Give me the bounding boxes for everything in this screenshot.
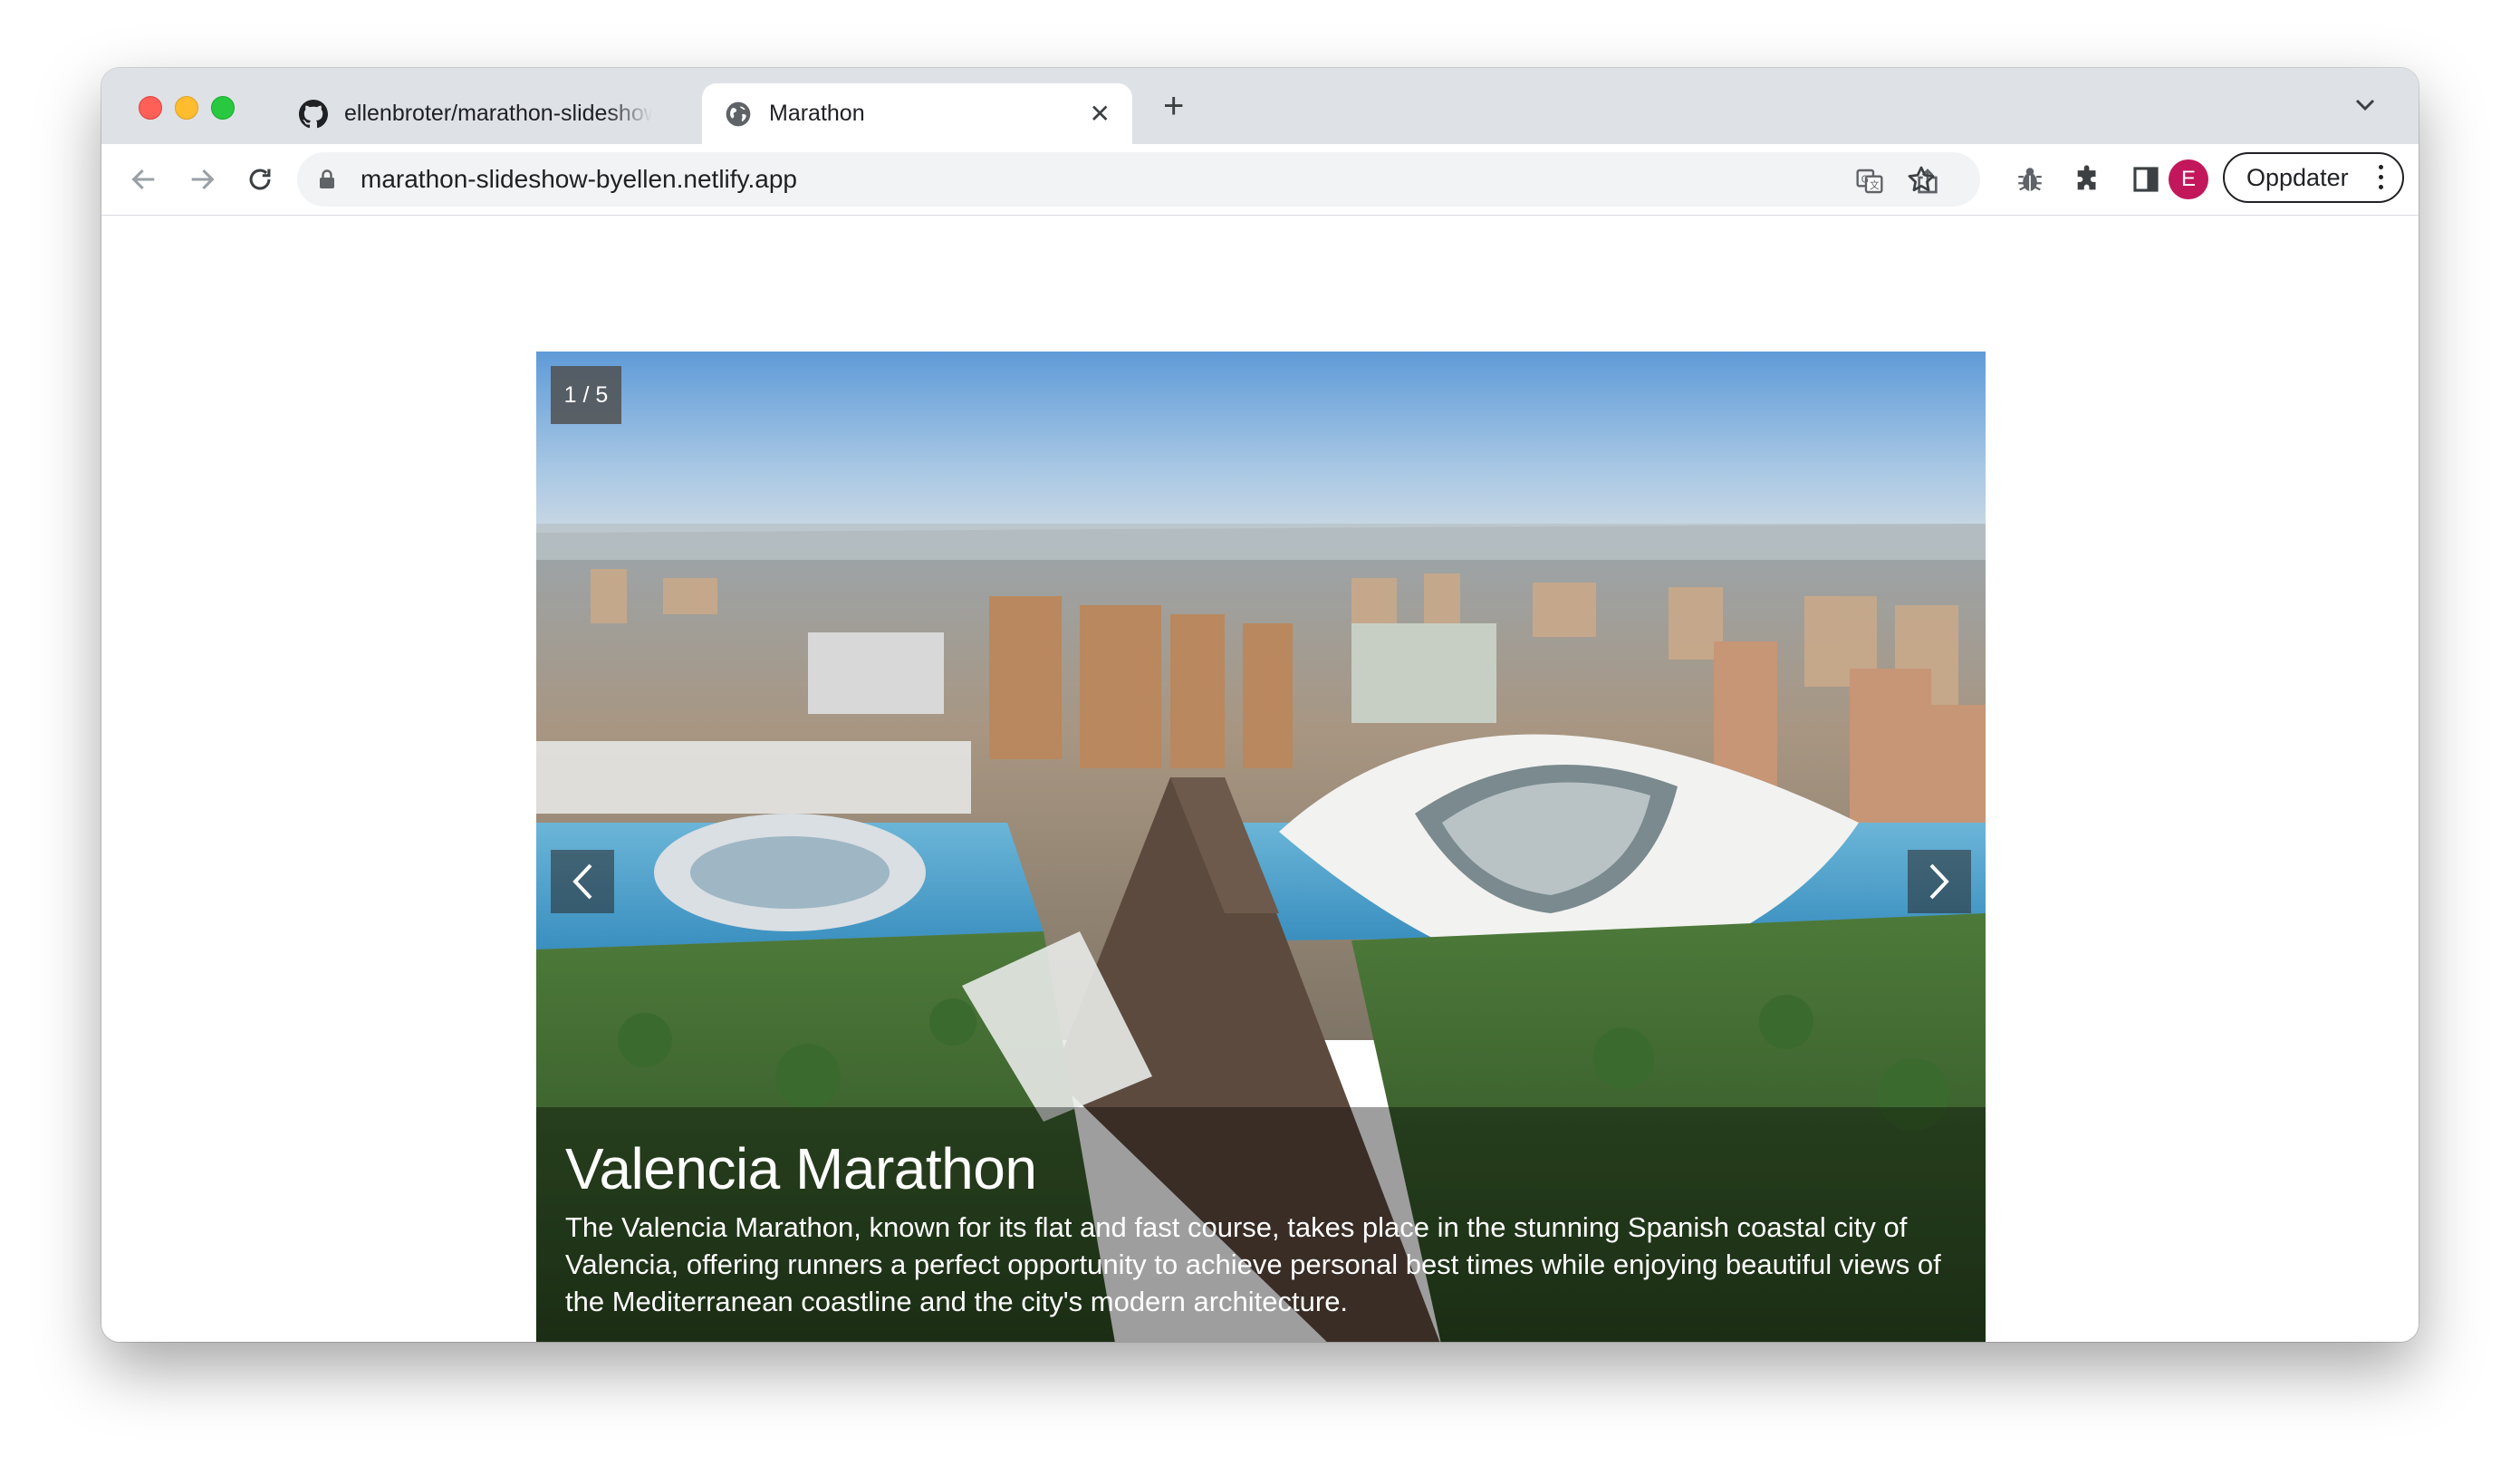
window-minimize-button[interactable] bbox=[175, 96, 198, 120]
tab-strip: ellenbroter/marathon-slideshow ✕ Maratho… bbox=[101, 68, 2419, 144]
kebab-menu-icon[interactable] bbox=[2379, 165, 2384, 190]
puzzle-extensions-icon[interactable] bbox=[2073, 164, 2103, 195]
side-panel-icon[interactable] bbox=[2130, 164, 2161, 195]
browser-window: ellenbroter/marathon-slideshow ✕ Maratho… bbox=[101, 68, 2419, 1342]
lock-icon[interactable] bbox=[319, 169, 335, 189]
bug-extension-icon[interactable] bbox=[2015, 164, 2045, 195]
close-icon[interactable]: ✕ bbox=[1090, 101, 1111, 127]
update-button-label: Oppdater bbox=[2246, 163, 2349, 191]
slide-caption: Valencia Marathon The Valencia Marathon,… bbox=[536, 1107, 1986, 1342]
new-tab-button[interactable]: + bbox=[1163, 88, 1184, 124]
back-arrow-icon[interactable] bbox=[129, 164, 159, 195]
url-text[interactable]: marathon-slideshow-byellen.netlify.app bbox=[361, 165, 797, 194]
tab-title: Marathon bbox=[769, 101, 865, 126]
window-maximize-button[interactable] bbox=[211, 96, 235, 120]
chevron-left-icon bbox=[572, 863, 592, 900]
github-icon bbox=[299, 99, 328, 128]
next-slide-button[interactable] bbox=[1908, 850, 1971, 913]
page-content: 1 / 5 Valencia Marathon The Valencia Mar… bbox=[101, 216, 2419, 1342]
browser-toolbar: marathon-slideshow-byellen.netlify.app G… bbox=[101, 144, 2419, 216]
profile-avatar[interactable]: E bbox=[2169, 159, 2208, 199]
chevron-down-icon[interactable] bbox=[2355, 99, 2375, 111]
window-close-button[interactable] bbox=[139, 96, 162, 120]
svg-text:文: 文 bbox=[1870, 179, 1880, 191]
bookmark-star-icon[interactable] bbox=[1906, 164, 1937, 195]
address-bar[interactable]: marathon-slideshow-byellen.netlify.app G… bbox=[297, 152, 1980, 207]
previous-slide-button[interactable] bbox=[551, 850, 614, 913]
slide-title: Valencia Marathon bbox=[565, 1136, 1037, 1201]
globe-icon bbox=[726, 101, 751, 126]
slideshow: 1 / 5 Valencia Marathon The Valencia Mar… bbox=[536, 352, 1986, 1342]
update-button[interactable]: Oppdater bbox=[2223, 152, 2404, 203]
slide-counter: 1 / 5 bbox=[551, 366, 621, 424]
chevron-right-icon bbox=[1929, 863, 1949, 900]
translate-icon[interactable]: G 文 bbox=[1855, 167, 1884, 196]
tab-title: ellenbroter/marathon-slideshow bbox=[344, 101, 652, 126]
reload-icon[interactable] bbox=[245, 164, 275, 195]
forward-arrow-icon[interactable] bbox=[187, 164, 217, 195]
tab-marathon[interactable]: Marathon ✕ bbox=[702, 83, 1132, 144]
svg-text:G: G bbox=[1861, 173, 1869, 185]
slide-description: The Valencia Marathon, known for its fla… bbox=[565, 1211, 1941, 1317]
